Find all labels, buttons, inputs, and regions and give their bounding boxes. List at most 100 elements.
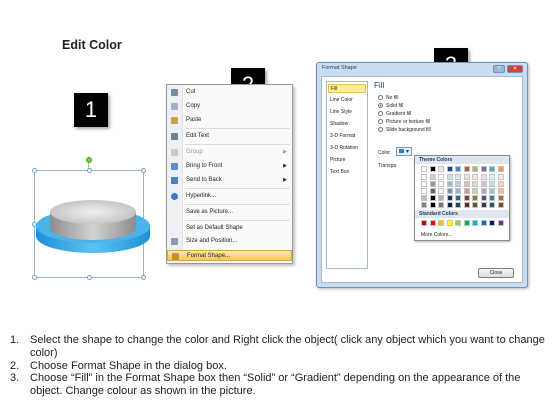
color-swatch[interactable] xyxy=(446,166,453,172)
resize-handle-tr[interactable] xyxy=(141,168,146,173)
category-shadow[interactable]: Shadow xyxy=(328,120,366,129)
category-text-box[interactable]: Text Box xyxy=(328,168,366,177)
color-swatch[interactable] xyxy=(480,195,487,201)
color-picker-button[interactable] xyxy=(396,147,412,156)
color-swatch[interactable] xyxy=(480,181,487,187)
option-no-fill[interactable]: No fill xyxy=(378,95,399,102)
color-swatch[interactable] xyxy=(480,174,487,180)
color-swatch[interactable] xyxy=(472,195,478,201)
menu-item-set-default-shape[interactable]: Set as Default Shape xyxy=(167,223,292,234)
color-swatch[interactable] xyxy=(489,174,495,180)
color-swatch[interactable] xyxy=(446,174,453,180)
standard-color-swatch[interactable] xyxy=(438,220,444,226)
option-slide-background-fill[interactable]: Slide background fill xyxy=(378,127,431,134)
color-swatch[interactable] xyxy=(421,174,427,180)
color-swatch[interactable] xyxy=(438,174,444,180)
color-swatch[interactable] xyxy=(438,195,444,201)
category-line-color[interactable]: Line Color xyxy=(328,96,366,105)
standard-color-swatch[interactable] xyxy=(480,220,487,226)
color-swatch[interactable] xyxy=(480,166,487,172)
menu-item-hyperlink[interactable]: Hyperlink... xyxy=(167,191,292,202)
color-swatch[interactable] xyxy=(446,202,453,208)
color-swatch[interactable] xyxy=(472,202,478,208)
color-swatch[interactable] xyxy=(429,174,436,180)
color-swatch[interactable] xyxy=(438,202,444,208)
category-line-style[interactable]: Line Style xyxy=(328,108,366,117)
color-swatch[interactable] xyxy=(438,166,444,172)
color-swatch[interactable] xyxy=(421,195,427,201)
color-swatch[interactable] xyxy=(463,181,470,187)
color-swatch[interactable] xyxy=(497,166,504,172)
color-swatch[interactable] xyxy=(489,202,495,208)
category-3d-format[interactable]: 3-D Format xyxy=(328,132,366,141)
option-solid-fill[interactable]: Solid fill xyxy=(378,103,403,110)
close-window-button[interactable]: ✕ xyxy=(507,65,523,73)
standard-color-swatch[interactable] xyxy=(472,220,478,226)
color-swatch[interactable] xyxy=(463,202,470,208)
menu-item-cut[interactable]: Cut xyxy=(167,87,292,98)
option-picture-texture-fill[interactable]: Picture or texture fill xyxy=(378,119,430,126)
color-swatch[interactable] xyxy=(463,174,470,180)
color-swatch[interactable] xyxy=(429,166,436,172)
color-swatch[interactable] xyxy=(455,202,461,208)
color-swatch[interactable] xyxy=(455,188,461,194)
color-swatch[interactable] xyxy=(472,181,478,187)
color-swatch[interactable] xyxy=(497,174,504,180)
resize-handle-tc[interactable] xyxy=(87,168,92,173)
rotation-handle[interactable] xyxy=(86,157,92,163)
color-swatch[interactable] xyxy=(472,188,478,194)
color-swatch[interactable] xyxy=(497,188,504,194)
menu-item-send-to-back[interactable]: Send to Back ▶ xyxy=(167,175,292,186)
close-button[interactable]: Close xyxy=(478,268,514,278)
resize-handle-tl[interactable] xyxy=(32,168,37,173)
color-swatch[interactable] xyxy=(489,181,495,187)
color-swatch[interactable] xyxy=(455,181,461,187)
menu-item-save-as-picture[interactable]: Save as Picture... xyxy=(167,207,292,218)
color-swatch[interactable] xyxy=(446,181,453,187)
color-swatch[interactable] xyxy=(463,166,470,172)
category-fill[interactable]: Fill xyxy=(328,84,366,93)
category-picture[interactable]: Picture xyxy=(328,156,366,165)
color-swatch[interactable] xyxy=(421,166,427,172)
color-swatch[interactable] xyxy=(455,195,461,201)
color-swatch[interactable] xyxy=(480,188,487,194)
color-swatch[interactable] xyxy=(438,181,444,187)
color-swatch[interactable] xyxy=(463,195,470,201)
stacked-cylinder-shape[interactable] xyxy=(28,190,158,280)
menu-item-format-shape[interactable]: Format Shape... xyxy=(167,250,292,261)
standard-color-swatch[interactable] xyxy=(497,220,504,226)
color-swatch[interactable] xyxy=(497,195,504,201)
color-swatch[interactable] xyxy=(472,166,478,172)
color-swatch[interactable] xyxy=(421,202,427,208)
color-swatch[interactable] xyxy=(455,174,461,180)
color-swatch[interactable] xyxy=(455,166,461,172)
color-swatch[interactable] xyxy=(429,202,436,208)
menu-item-size-position[interactable]: Size and Position... xyxy=(167,236,292,247)
color-swatch[interactable] xyxy=(489,166,495,172)
color-swatch[interactable] xyxy=(497,181,504,187)
standard-color-swatch[interactable] xyxy=(446,220,453,226)
standard-color-swatch[interactable] xyxy=(429,220,436,226)
option-gradient-fill[interactable]: Gradient fill xyxy=(378,111,411,118)
color-swatch[interactable] xyxy=(429,188,436,194)
menu-item-bring-to-front[interactable]: Bring to Front ▶ xyxy=(167,161,292,172)
color-swatch[interactable] xyxy=(497,202,504,208)
category-3d-rotation[interactable]: 3-D Rotation xyxy=(328,144,366,153)
standard-color-swatch[interactable] xyxy=(489,220,495,226)
color-swatch[interactable] xyxy=(489,195,495,201)
color-swatch[interactable] xyxy=(463,188,470,194)
color-swatch[interactable] xyxy=(429,181,436,187)
menu-item-paste[interactable]: Paste xyxy=(167,115,292,126)
color-swatch[interactable] xyxy=(472,174,478,180)
color-swatch[interactable] xyxy=(421,181,427,187)
color-swatch[interactable] xyxy=(489,188,495,194)
help-button[interactable]: ? xyxy=(493,65,505,73)
standard-color-swatch[interactable] xyxy=(463,220,470,226)
more-colors-link[interactable]: More Colors... xyxy=(421,232,452,238)
color-swatch[interactable] xyxy=(480,202,487,208)
color-swatch[interactable] xyxy=(421,188,427,194)
color-swatch[interactable] xyxy=(446,188,453,194)
standard-color-swatch[interactable] xyxy=(455,220,461,226)
standard-color-swatch[interactable] xyxy=(421,220,427,226)
color-swatch[interactable] xyxy=(446,195,453,201)
